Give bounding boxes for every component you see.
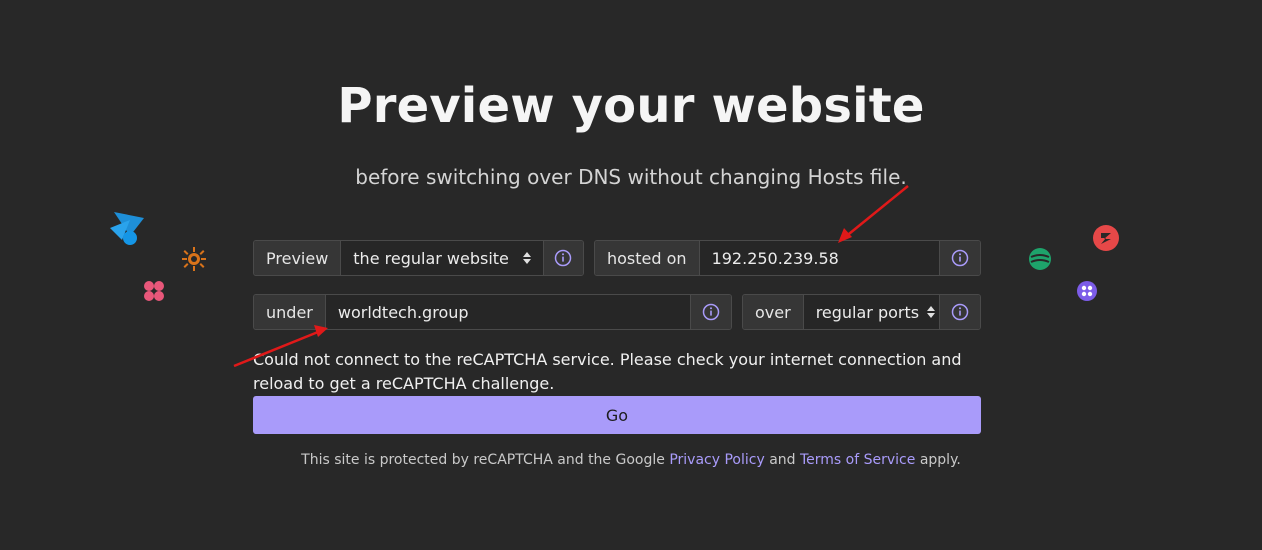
annotation-arrow-ip [838,185,909,243]
blue-triangle-logo-icon [110,212,144,245]
domain-input[interactable]: worldtech.group [325,295,690,329]
footer-suffix: apply. [919,452,961,468]
select-caret-icon [927,306,936,318]
domain-info-button[interactable] [690,295,731,329]
footer-prefix: This site is protected by reCAPTCHA and … [301,452,665,468]
annotation-arrow-domain [233,325,328,368]
hosted-on-group: hosted on 192.250.239.58 [594,240,981,276]
preview-label: Preview [254,241,342,275]
ports-select[interactable]: regular ports [803,295,939,329]
pink-clover-logo-icon [144,281,164,301]
preview-info-button[interactable] [542,241,583,275]
ports-info-button[interactable] [939,295,980,329]
go-button[interactable]: Go [253,396,981,434]
orange-sun-logo-icon [182,247,206,271]
purple-flower-logo-icon [1077,281,1097,301]
info-icon [702,303,720,321]
info-icon [951,249,969,267]
preview-select[interactable]: the regular website [341,241,543,275]
info-icon [951,303,969,321]
recaptcha-error-message: Could not connect to the reCAPTCHA servi… [253,350,962,393]
select-caret-icon [522,252,531,264]
over-label: over [743,295,804,329]
privacy-policy-link[interactable]: Privacy Policy [669,452,764,468]
page-title: Preview your website [337,78,925,134]
footer-and: and [769,452,796,468]
over-group: over regular ports [742,294,981,330]
page-subtitle: before switching over DNS without changi… [355,165,907,189]
hosted-on-label: hosted on [595,241,700,275]
page: Preview your website before switching ov… [0,0,1262,550]
preview-select-value: the regular website [353,248,509,268]
terms-of-service-link[interactable]: Terms of Service [800,452,915,468]
red-bolt-logo-icon [1093,225,1119,251]
ports-select-value: regular ports [815,302,920,322]
info-icon [555,249,572,267]
green-globe-logo-icon [1029,248,1051,270]
ip-info-button[interactable] [939,241,980,275]
recaptcha-footer: This site is protected by reCAPTCHA and … [0,452,1262,468]
preview-group: Preview the regular website [253,240,584,276]
